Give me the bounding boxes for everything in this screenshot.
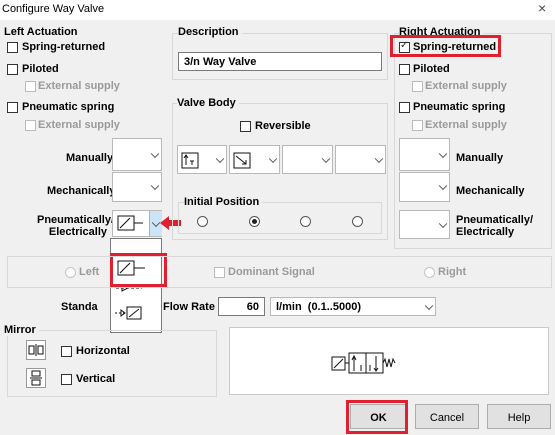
- left-piloted-checkbox[interactable]: [7, 64, 18, 75]
- right-external-supply2-checkbox[interactable]: [412, 120, 423, 131]
- left-pneumatic-spring-label: Pneumatic spring: [22, 101, 115, 113]
- mirror-horizontal-icon: [26, 340, 46, 360]
- dominant-left-label: Left: [79, 266, 100, 278]
- mirror-heading: Mirror: [4, 324, 39, 336]
- right-pneumatic-spring-label: Pneumatic spring: [413, 101, 506, 113]
- initial-position-radio-3[interactable]: [300, 216, 311, 227]
- left-actuation-heading: Left Actuation: [4, 26, 78, 38]
- initial-position-radio-4[interactable]: [352, 216, 363, 227]
- right-external-supply-label: External supply: [425, 80, 507, 92]
- mirror-vertical-label: Vertical: [76, 373, 116, 385]
- right-mechanically-label: Mechanically: [456, 185, 525, 197]
- mirror-vertical-checkbox[interactable]: [61, 374, 72, 385]
- valve-preview-panel: [229, 327, 549, 395]
- dominant-signal-checkbox[interactable]: [214, 267, 225, 278]
- help-button[interactable]: Help: [487, 404, 551, 429]
- left-pneumatically-combo[interactable]: [112, 210, 162, 237]
- right-external-supply2-label: External supply: [425, 119, 507, 131]
- mirror-horizontal-label: Horizontal: [76, 345, 130, 357]
- right-manually-combo[interactable]: [399, 138, 450, 171]
- chevron-down-icon: [438, 219, 448, 228]
- left-pneumatically-label: Pneumatically/ Electrically: [37, 214, 115, 238]
- description-heading: Description: [178, 26, 242, 38]
- valve-cell-icon: [181, 152, 199, 169]
- valve-body-combo-4[interactable]: [335, 145, 386, 174]
- left-mechanically-combo[interactable]: [112, 172, 162, 202]
- description-input[interactable]: 3/n Way Valve: [178, 52, 382, 71]
- left-manually-combo[interactable]: [112, 138, 162, 171]
- chevron-down-icon: [321, 154, 331, 163]
- dropdown-option-pilot-solenoid[interactable]: [114, 305, 160, 321]
- valve-symbol-icon: [331, 352, 396, 374]
- right-pneumatically-label: Pneumatically/ Electrically: [456, 214, 534, 238]
- reversible-label: Reversible: [255, 120, 311, 132]
- dominant-left-radio[interactable]: [65, 267, 76, 278]
- chevron-down-icon: [150, 181, 160, 191]
- left-mechanically-label: Mechanically: [47, 185, 116, 197]
- flow-rate-input[interactable]: 60: [218, 297, 265, 316]
- chevron-down-icon: [151, 218, 161, 227]
- right-piloted-checkbox[interactable]: [399, 64, 410, 75]
- initial-position-radio-2[interactable]: [249, 216, 260, 227]
- left-external-supply-label: External supply: [38, 80, 120, 92]
- left-spring-returned-checkbox[interactable]: [7, 42, 18, 53]
- left-external-supply-checkbox[interactable]: [25, 81, 36, 92]
- cancel-button[interactable]: Cancel: [415, 404, 479, 429]
- left-manually-label: Manually: [66, 152, 114, 164]
- dominant-right-label: Right: [438, 266, 467, 278]
- right-pneumatically-combo[interactable]: [399, 210, 450, 239]
- flow-rate-label: Flow Rate: [163, 301, 215, 313]
- valve-cell-icon: [233, 152, 251, 169]
- ok-highlight-box: [346, 400, 408, 434]
- chevron-down-icon: [215, 154, 225, 163]
- close-icon[interactable]: ×: [538, 0, 546, 16]
- mirror-vertical-icon: [26, 368, 46, 388]
- chevron-down-icon: [424, 301, 434, 310]
- left-spring-returned-label: Spring-returned: [22, 41, 106, 53]
- dominant-signal-label: Dominant Signal: [228, 266, 315, 278]
- standard-label: Standa: [61, 301, 98, 313]
- chevron-down-icon: [268, 154, 278, 163]
- left-piloted-label: Piloted: [22, 63, 59, 75]
- valve-body-combo-3[interactable]: [282, 145, 333, 174]
- mirror-horizontal-checkbox[interactable]: [61, 346, 72, 357]
- flow-unit-value: l/min (0.1..5000): [276, 301, 361, 313]
- flow-unit-select[interactable]: l/min (0.1..5000): [270, 297, 436, 316]
- initial-position-radio-1[interactable]: [197, 216, 208, 227]
- initial-position-heading: Initial Position: [184, 196, 263, 208]
- right-pneumatic-spring-checkbox[interactable]: [399, 102, 410, 113]
- left-external-supply2-label: External supply: [38, 119, 120, 131]
- chevron-down-icon: [374, 154, 384, 163]
- right-manually-label: Manually: [456, 152, 504, 164]
- reversible-checkbox[interactable]: [240, 121, 251, 132]
- right-external-supply-checkbox[interactable]: [412, 81, 423, 92]
- flow-rate-value: 60: [246, 301, 259, 313]
- right-mechanically-combo[interactable]: [399, 172, 450, 202]
- window-title: Configure Way Valve: [2, 3, 105, 15]
- valve-body-combo-1[interactable]: [177, 145, 227, 174]
- right-piloted-label: Piloted: [413, 63, 450, 75]
- left-pneumatic-spring-checkbox[interactable]: [7, 102, 18, 113]
- chevron-down-icon: [150, 149, 160, 158]
- pilot-solenoid-icon: [115, 306, 142, 320]
- dominant-right-radio[interactable]: [424, 267, 435, 278]
- valve-body-heading: Valve Body: [177, 97, 239, 109]
- valve-body-combo-2[interactable]: [229, 145, 280, 174]
- chevron-down-icon: [438, 181, 448, 191]
- left-external-supply2-checkbox[interactable]: [25, 120, 36, 131]
- chevron-down-icon: [438, 149, 448, 158]
- spring-returned-highlight-box: [390, 35, 501, 57]
- solenoid-icon: [117, 215, 143, 231]
- description-value: 3/n Way Valve: [184, 56, 257, 68]
